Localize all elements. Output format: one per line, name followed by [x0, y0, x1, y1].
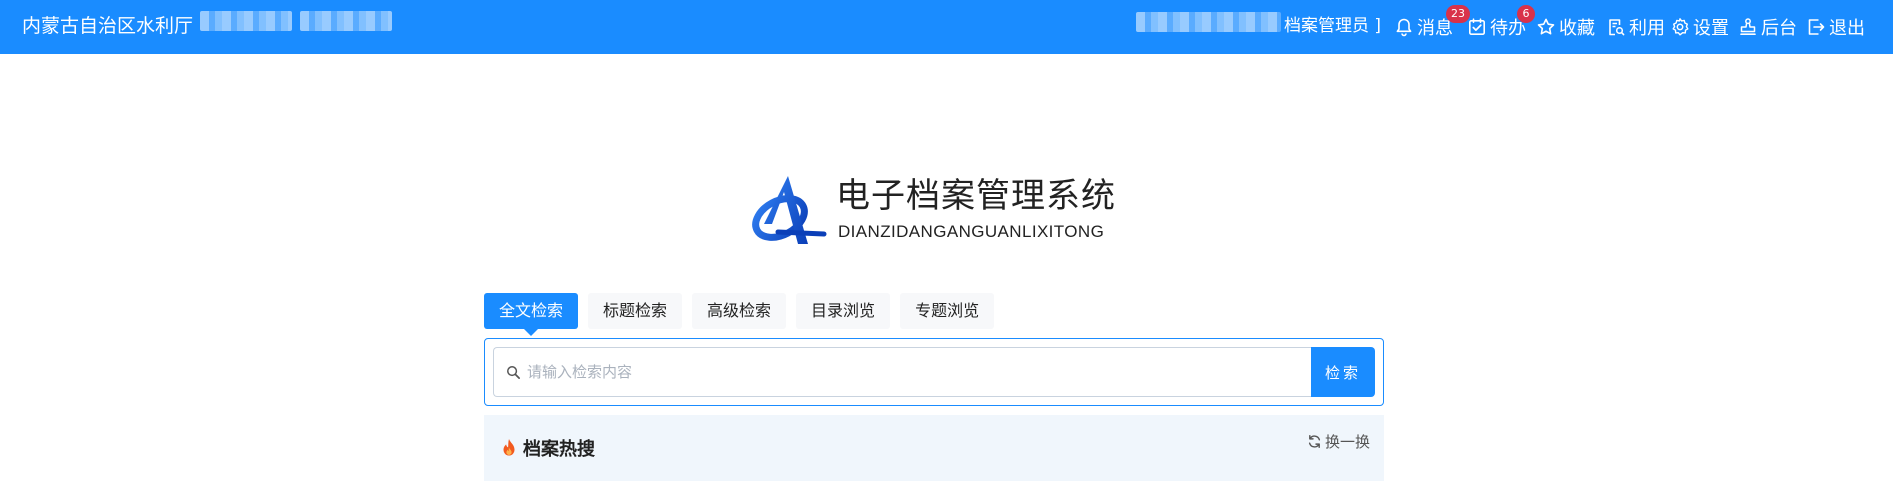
search-box: 检索 — [484, 338, 1384, 406]
system-title: 电子档案管理系统 — [836, 176, 1116, 216]
redacted-text — [300, 11, 392, 31]
tab-topic-browse[interactable]: 专题浏览 — [900, 293, 995, 329]
top-bar: 内蒙古自治区水利厅 档案管理员 ] 消息 23 待办 6 收藏 利用 设置 后台… — [0, 0, 1893, 54]
system-subtitle: DIANZIDANGANGUANLIXITONG — [838, 222, 1105, 241]
hot-search-header: 档案热搜 — [500, 435, 595, 461]
nav-settings-label: 设置 — [1693, 18, 1729, 39]
system-logo: 电子档案管理系统 DIANZIDANGANGUANLIXITONG — [750, 170, 1120, 250]
redacted-text — [200, 11, 292, 31]
nav-messages[interactable]: 消息 23 — [1394, 5, 1470, 41]
bell-icon — [1396, 18, 1412, 37]
nav-favorites-label: 收藏 — [1559, 18, 1595, 39]
checklist-icon — [1468, 18, 1485, 35]
flame-icon — [503, 439, 515, 456]
nav-logout[interactable]: 退出 — [1806, 13, 1865, 41]
nav-favorites[interactable]: 收藏 — [1536, 13, 1595, 41]
star-icon — [1537, 18, 1555, 35]
tab-advanced-search[interactable]: 高级检索 — [692, 293, 787, 329]
nav-utilization-label: 利用 — [1629, 18, 1665, 39]
gear-icon — [1672, 18, 1689, 36]
redacted-username — [1136, 12, 1281, 32]
search-field — [493, 347, 1311, 397]
org-name: 内蒙古自治区水利厅 — [22, 15, 194, 37]
tab-fulltext-search[interactable]: 全文检索 — [484, 293, 579, 336]
nav-settings[interactable]: 设置 — [1670, 13, 1729, 41]
search-icon — [507, 365, 520, 379]
refresh-icon — [1308, 434, 1321, 449]
stamp-icon — [1740, 18, 1756, 35]
search-mode-tabs: 全文检索 标题检索 高级检索 目录浏览 专题浏览 — [484, 293, 1004, 336]
hot-search-title: 档案热搜 — [523, 439, 595, 460]
document-search-icon — [1609, 19, 1625, 36]
refresh-button[interactable]: 换一换 — [1307, 431, 1370, 452]
nav-admin-label: 后台 — [1761, 18, 1797, 39]
nav-todo[interactable]: 待办 6 — [1467, 5, 1535, 41]
hot-search-panel: 档案热搜 换一换 — [484, 415, 1384, 481]
search-button[interactable]: 检索 — [1311, 347, 1375, 397]
nav-admin[interactable]: 后台 — [1738, 13, 1797, 41]
search-input[interactable] — [527, 357, 1287, 387]
refresh-label: 换一换 — [1324, 433, 1370, 451]
nav-logout-label: 退出 — [1829, 18, 1865, 39]
tab-catalog-browse[interactable]: 目录浏览 — [796, 293, 891, 329]
todo-count-badge: 6 — [1517, 5, 1535, 23]
tab-title-search[interactable]: 标题检索 — [588, 293, 683, 329]
nav-utilization[interactable]: 利用 — [1606, 13, 1665, 41]
logout-icon — [1808, 19, 1825, 35]
user-role: 档案管理员 ] — [1284, 16, 1382, 36]
logo-emblem-icon — [752, 176, 827, 244]
